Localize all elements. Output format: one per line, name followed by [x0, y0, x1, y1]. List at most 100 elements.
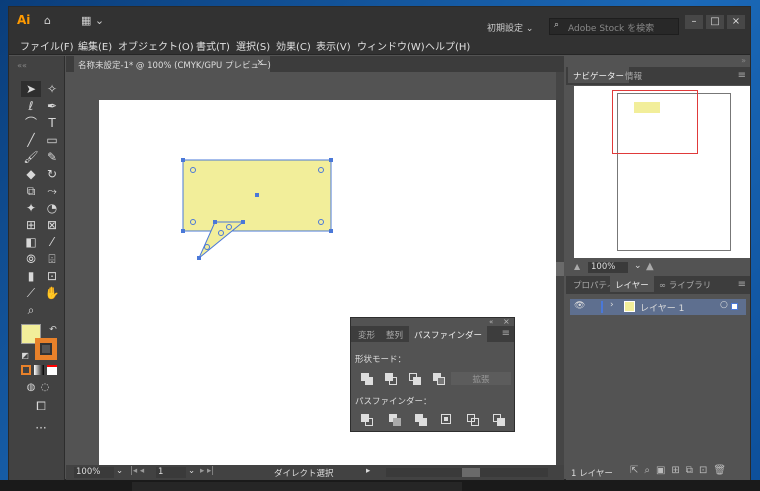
merge-icon[interactable]	[415, 414, 427, 426]
exclude-icon[interactable]	[433, 373, 445, 385]
navigator-zoom-dropdown-icon[interactable]: ⌄	[634, 261, 642, 271]
expand-layer-icon[interactable]: ›	[610, 300, 614, 310]
lasso-tool-icon[interactable]: ℓ	[21, 98, 41, 114]
menu-type[interactable]: 書式(T)	[196, 38, 230, 53]
shape-builder-tool-icon[interactable]: ◔	[42, 200, 62, 216]
none-mode-icon[interactable]	[47, 365, 57, 375]
document-tab[interactable]: 名称未設定-1* @ 100% (CMYK/GPU プレビュー) ×	[74, 56, 271, 72]
minus-front-icon[interactable]	[385, 373, 397, 385]
curvature-tool-icon[interactable]: ⌒	[21, 115, 41, 131]
maximize-button[interactable]: □	[706, 15, 724, 29]
graph-tool-icon[interactable]: ▮	[21, 268, 41, 284]
visibility-eye-icon[interactable]: 👁	[574, 301, 585, 311]
zoom-in-icon[interactable]: ▲	[646, 261, 654, 272]
hand-tool-icon[interactable]: ✋	[42, 285, 62, 301]
navigator-zoom-field[interactable]: 100%	[588, 262, 628, 273]
menu-view[interactable]: 表示(V)	[316, 38, 351, 53]
first-artboard-icon[interactable]: |◂ ◂	[130, 466, 144, 476]
navigator-preview[interactable]	[574, 86, 750, 258]
menu-select[interactable]: 選択(S)	[236, 38, 270, 53]
pathfinder-menu-icon[interactable]: ≡	[502, 328, 510, 339]
tab-align[interactable]: 整列	[381, 326, 408, 342]
tab-transform[interactable]: 変形	[353, 326, 380, 342]
unite-icon[interactable]	[361, 373, 373, 385]
artboard-dropdown-icon[interactable]: ⌄	[188, 466, 195, 476]
intersect-icon[interactable]	[409, 373, 421, 385]
minimize-button[interactable]: –	[685, 15, 703, 29]
default-colors-icon[interactable]: ◩	[15, 348, 35, 364]
status-menu-icon[interactable]: ▸	[366, 466, 370, 476]
blend-tool-icon[interactable]: ⦾	[21, 251, 41, 267]
menu-window[interactable]: ウィンドウ(W)	[357, 38, 425, 53]
workspace-switcher-icon[interactable]: ▦ ⌄	[81, 14, 104, 27]
artboard-number-field[interactable]: 1	[156, 467, 186, 478]
gradient-mode-icon[interactable]	[34, 365, 44, 375]
rectangle-tool-icon[interactable]: ▭	[42, 132, 62, 148]
puppet-warp-tool-icon[interactable]: ✦	[21, 200, 41, 216]
taskbar-app-area[interactable]	[132, 482, 462, 491]
shaper-tool-icon[interactable]: ✎	[42, 149, 62, 165]
line-tool-icon[interactable]: ╱	[21, 132, 41, 148]
menu-edit[interactable]: 編集(E)	[78, 38, 112, 53]
layers-menu-icon[interactable]: ≡	[738, 279, 746, 290]
navigator-menu-icon[interactable]: ≡	[738, 70, 746, 81]
crop-icon[interactable]	[441, 414, 453, 426]
color-mode-icon[interactable]	[21, 365, 31, 375]
layer-selection-indicator[interactable]	[731, 303, 738, 310]
menu-object[interactable]: オブジェクト(O)	[118, 38, 194, 53]
home-icon[interactable]: ⌂	[44, 14, 51, 27]
tab-libraries[interactable]: ∞ ライブラリ	[654, 276, 716, 292]
type-tool-icon[interactable]: T	[42, 115, 62, 131]
selection-tool-icon[interactable]: ➤	[21, 81, 41, 97]
paintbrush-tool-icon[interactable]: 🖌	[21, 149, 41, 165]
stock-search-input[interactable]: Adobe Stock を検索	[549, 18, 679, 35]
tab-info[interactable]: 情報	[620, 67, 647, 83]
menu-file[interactable]: ファイル(F)	[20, 38, 74, 53]
warp-tool-icon[interactable]: ⤳	[42, 183, 62, 199]
next-artboard-icon[interactable]: ▸ ▸|	[200, 466, 214, 476]
dock-collapse-icon[interactable]: »	[741, 56, 746, 65]
stroke-color-swatch[interactable]	[35, 338, 57, 360]
outline-icon[interactable]	[467, 414, 479, 426]
zoom-level-field[interactable]: 100%	[74, 467, 114, 478]
zoom-out-icon[interactable]: ▲	[574, 262, 580, 271]
mesh-tool-icon[interactable]: ⊠	[42, 217, 62, 233]
swap-colors-icon[interactable]: ↶	[43, 322, 63, 338]
magic-wand-tool-icon[interactable]: ✧	[42, 81, 62, 97]
layer-row[interactable]: 👁 › レイヤー 1 ○	[570, 299, 746, 315]
menu-effect[interactable]: 効果(C)	[276, 38, 311, 53]
toolbar-collapse-icon[interactable]: ««	[12, 58, 32, 74]
draw-behind-icon[interactable]: ◌	[35, 380, 55, 396]
tab-layers[interactable]: レイヤー	[610, 276, 654, 292]
rotate-tool-icon[interactable]: ↻	[42, 166, 62, 182]
zoom-tool-icon[interactable]: ⌕	[21, 302, 41, 318]
scale-tool-icon[interactable]: ⧉	[21, 183, 41, 199]
zoom-dropdown-icon[interactable]: ⌄	[116, 466, 123, 476]
slice-tool-icon[interactable]: ⟋	[21, 285, 41, 301]
perspective-grid-tool-icon[interactable]: ⊞	[21, 217, 41, 233]
screen-mode-icon[interactable]: ⧠	[31, 398, 51, 414]
layer-action-icons[interactable]: ⇱⌕▣⊞⧉⊡🗑	[630, 465, 732, 476]
eraser-tool-icon[interactable]: ◆	[21, 166, 41, 182]
expand-button[interactable]: 拡張	[451, 372, 511, 385]
pathfinder-collapse-icon[interactable]: «	[489, 318, 493, 326]
symbol-sprayer-tool-icon[interactable]: ⌹	[42, 251, 62, 267]
layer-target-icon[interactable]: ○	[720, 300, 728, 310]
eyedropper-tool-icon[interactable]: ⁄	[42, 234, 62, 250]
navigator-view-box[interactable]	[612, 90, 698, 154]
close-document-icon[interactable]: ×	[256, 58, 264, 68]
pathfinder-close-icon[interactable]: ×	[503, 317, 510, 326]
vertical-scrollbar[interactable]	[556, 72, 564, 465]
horizontal-scrollbar[interactable]	[386, 468, 548, 477]
workspace-preset[interactable]: 初期設定 ⌄	[487, 21, 533, 34]
artboard-tool-icon[interactable]: ⊡	[42, 268, 62, 284]
menu-help[interactable]: ヘルプ(H)	[425, 38, 470, 53]
layer-name[interactable]: レイヤー 1	[640, 301, 684, 314]
close-button[interactable]: ×	[727, 15, 745, 29]
trim-icon[interactable]	[389, 414, 401, 426]
tab-pathfinder[interactable]: パスファインダー	[409, 326, 488, 342]
minus-back-icon[interactable]	[493, 414, 505, 426]
gradient-tool-icon[interactable]: ◧	[21, 234, 41, 250]
edit-toolbar-icon[interactable]: ···	[31, 420, 51, 436]
divide-icon[interactable]	[361, 414, 373, 426]
